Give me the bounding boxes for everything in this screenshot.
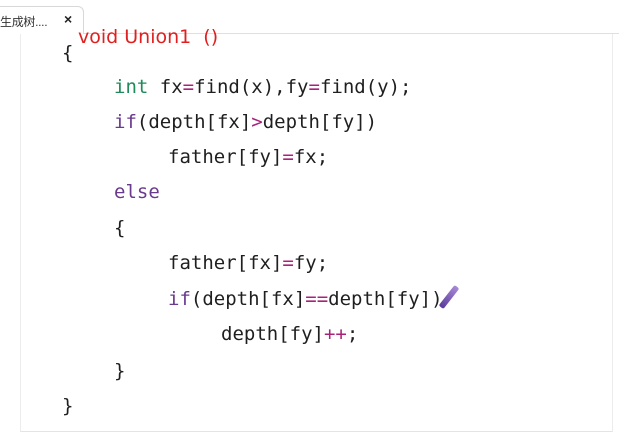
code-line-2: int fx=find(x),fy=find(y); <box>114 76 412 98</box>
code-line-4: father[fy]=fx; <box>168 146 329 168</box>
code-line-6: { <box>114 217 126 239</box>
close-icon[interactable]: × <box>64 11 72 27</box>
handwritten-annotation: void Union1 () <box>78 26 219 48</box>
code-line-3: if(depth[fx]>depth[fy]) <box>114 111 378 133</box>
code-line-7: father[fx]=fy; <box>168 252 329 274</box>
code-line-8: if(depth[fx]==depth[fy]) <box>168 288 443 310</box>
code-line-5: else <box>114 181 160 203</box>
code-line-10: } <box>114 360 126 382</box>
editor-tab[interactable]: 生成树.... × <box>0 6 84 34</box>
tab-label: 生成树.... <box>0 15 48 29</box>
code-line-11: } <box>62 395 74 417</box>
code-line-1: { <box>62 42 74 64</box>
code-line-9: depth[fy]++; <box>221 323 359 345</box>
